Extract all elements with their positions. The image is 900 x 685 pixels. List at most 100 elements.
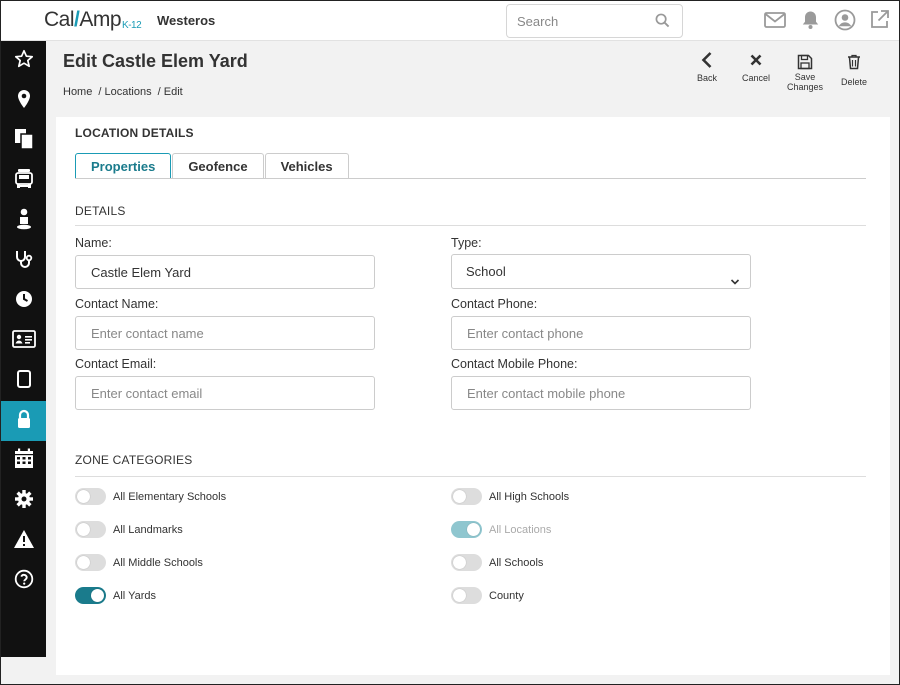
page-header: Edit Castle Elem Yard Home / Locations /… (46, 41, 900, 107)
warning-icon (13, 529, 35, 554)
contact-mobile-label: Contact Mobile Phone: (451, 357, 578, 371)
contact-name-field[interactable] (75, 316, 375, 350)
contact-mobile-field[interactable] (451, 376, 751, 410)
sidebar-item-alerts[interactable] (1, 521, 46, 561)
search-icon[interactable] (655, 13, 670, 33)
sidebar-item-settings[interactable] (1, 481, 46, 521)
tablet-icon (16, 369, 32, 394)
sidebar (1, 41, 46, 657)
toggle-switch (451, 521, 482, 538)
toggle-switch[interactable] (451, 554, 482, 571)
sidebar-item-health[interactable] (1, 241, 46, 281)
chevron-down-icon (730, 266, 740, 299)
close-icon (750, 54, 762, 66)
sidebar-item-calendar[interactable] (1, 441, 46, 481)
toggle-county[interactable]: County (451, 587, 524, 604)
trash-icon (848, 54, 860, 70)
search-input[interactable] (507, 5, 647, 37)
toggle-all-elementary-schools[interactable]: All Elementary Schools (75, 488, 226, 505)
zone-categories-divider (75, 476, 866, 477)
sidebar-item-id-cards[interactable] (1, 321, 46, 361)
page-title: Edit Castle Elem Yard (63, 51, 248, 71)
back-button[interactable]: Back (682, 51, 732, 83)
map-pin-icon (16, 89, 32, 114)
search-box[interactable] (506, 4, 683, 38)
sidebar-item-security[interactable] (1, 401, 46, 441)
toggle-switch[interactable] (75, 488, 106, 505)
chevron-left-icon (701, 52, 712, 68)
sidebar-item-vehicles[interactable] (1, 161, 46, 201)
external-link-icon[interactable] (869, 9, 890, 35)
clock-icon (14, 289, 34, 314)
sidebar-item-devices[interactable] (1, 361, 46, 401)
bell-icon[interactable] (801, 10, 820, 35)
tab-geofence[interactable]: Geofence (172, 153, 264, 179)
name-field[interactable] (75, 255, 375, 289)
sidebar-item-students[interactable] (1, 201, 46, 241)
toggle-switch[interactable] (75, 521, 106, 538)
location-details-panel: LOCATION DETAILS Properties Geofence Veh… (56, 117, 890, 675)
toggle-switch[interactable] (451, 488, 482, 505)
lock-icon (16, 409, 32, 434)
calendar-icon (14, 448, 34, 474)
tab-properties[interactable]: Properties (75, 153, 172, 179)
id-card-icon (11, 329, 36, 353)
cancel-button[interactable]: Cancel (731, 51, 781, 83)
help-icon (14, 569, 34, 594)
save-changes-button[interactable]: Save Changes (780, 54, 830, 92)
top-bar: Cal/AmpK-12 Westeros (0, 0, 900, 41)
toggle-all-schools[interactable]: All Schools (451, 554, 543, 571)
save-icon (797, 54, 813, 70)
toggle-label: All Middle Schools (113, 556, 203, 569)
details-divider (75, 225, 866, 226)
type-select[interactable]: School (451, 254, 751, 289)
toggle-label: All Schools (489, 556, 544, 569)
contact-phone-label: Contact Phone: (451, 297, 538, 311)
sidebar-item-history[interactable] (1, 281, 46, 321)
breadcrumb-locations[interactable]: / Locations (98, 86, 151, 98)
tab-vehicles[interactable]: Vehicles (264, 153, 349, 179)
organization-name: Westeros (157, 13, 216, 28)
breadcrumb-edit: / Edit (157, 86, 183, 98)
toggle-label: All Locations (489, 523, 552, 536)
toggle-label: All Landmarks (113, 523, 183, 536)
toggle-label: All High Schools (489, 490, 570, 503)
zone-categories-heading: ZONE CATEGORIES (75, 453, 193, 467)
stethoscope-icon (14, 249, 34, 274)
name-label: Name: (75, 236, 112, 250)
tab-bar: Properties Geofence Vehicles (75, 153, 350, 179)
user-icon[interactable] (834, 9, 856, 36)
breadcrumb-home[interactable]: Home (63, 86, 92, 98)
tab-divider (75, 178, 866, 179)
toggle-switch[interactable] (75, 587, 106, 604)
toggle-label: County (489, 589, 524, 602)
toggle-all-high-schools[interactable]: All High Schools (451, 488, 569, 505)
delete-button[interactable]: Delete (829, 54, 879, 87)
person-icon (16, 208, 32, 235)
contact-name-label: Contact Name: (75, 297, 159, 311)
breadcrumb: Home / Locations / Edit (63, 86, 186, 98)
toggle-all-locations: All Locations (451, 521, 551, 538)
gear-icon (14, 489, 34, 514)
section-title: LOCATION DETAILS (75, 126, 194, 140)
contact-email-field[interactable] (75, 376, 375, 410)
star-icon (14, 49, 34, 74)
toggle-all-yards[interactable]: All Yards (75, 587, 156, 604)
toggle-all-middle-schools[interactable]: All Middle Schools (75, 554, 203, 571)
toggle-switch[interactable] (451, 587, 482, 604)
sidebar-item-documents[interactable] (1, 121, 46, 161)
mail-icon[interactable] (764, 11, 786, 34)
toggle-label: All Yards (113, 589, 157, 602)
toggle-switch[interactable] (75, 554, 106, 571)
calamp-logo[interactable]: Cal/AmpK-12 (44, 8, 142, 32)
toggle-all-landmarks[interactable]: All Landmarks (75, 521, 183, 538)
sidebar-item-favorites[interactable] (1, 41, 46, 81)
sidebar-item-help[interactable] (1, 561, 46, 601)
details-heading: DETAILS (75, 204, 126, 218)
documents-icon (13, 128, 35, 155)
sidebar-item-locations-map[interactable] (1, 81, 46, 121)
type-select-value: School (466, 264, 506, 279)
contact-phone-field[interactable] (451, 316, 751, 350)
type-label: Type: (451, 236, 482, 250)
bus-icon (14, 168, 34, 195)
